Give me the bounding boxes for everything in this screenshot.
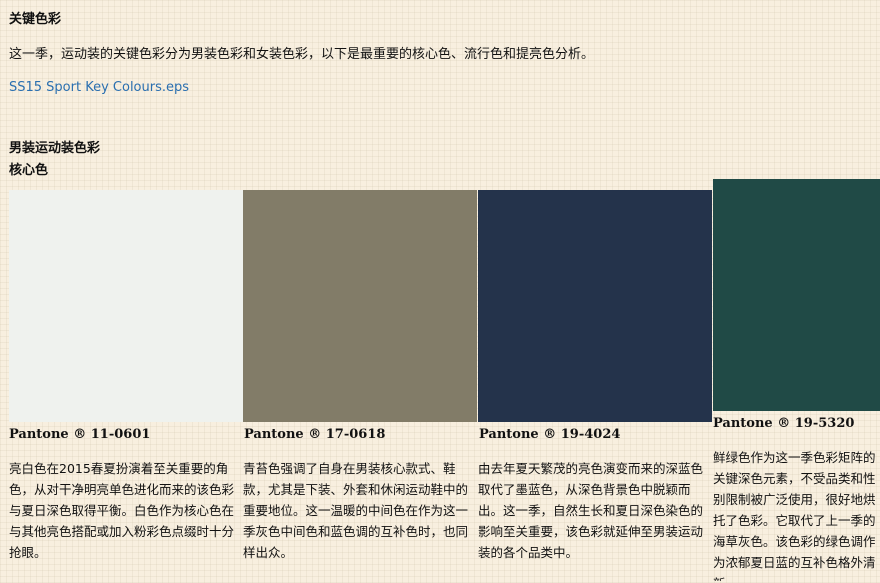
pantone-code-2: Pantone ® 17-0618 [244, 427, 386, 442]
mens-sportswear-heading: 男装运动装色彩 [9, 141, 101, 156]
color-description-3: 由去年夏天繁茂的亮色演变而来的深蓝色取代了墨蓝色，从深色背景色中脱颖而出。这一季… [478, 461, 704, 560]
pantone-code-3: Pantone ® 19-4024 [479, 427, 621, 442]
pantone-code-1: Pantone ® 11-0601 [9, 427, 151, 442]
color-description-2: 青苔色强调了自身在男装核心款式、鞋款，尤其是下装、外套和休闲运动鞋中的重要地位。… [243, 461, 469, 560]
color-swatch-1 [9, 190, 243, 422]
section-title: 关键色彩 [9, 12, 62, 27]
color-swatch-4 [713, 179, 880, 411]
color-swatch-3 [478, 190, 712, 422]
color-swatch-2 [243, 190, 477, 422]
color-description-1: 亮白色在2015春夏扮演着至关重要的角色，从对干净明亮单色进化而来的该色彩与夏日… [9, 461, 235, 560]
core-colours-heading: 核心色 [9, 163, 49, 178]
eps-download-link[interactable]: SS15 Sport Key Colours.eps [9, 80, 189, 95]
color-description-4: 鲜绿色作为这一季色彩矩阵的关键深色元素，不受品类和性别限制被广泛使用，很好地烘托… [713, 450, 876, 581]
intro-text: 这一季，运动装的关键色彩分为男装色彩和女装色彩，以下是最重要的核心色、流行色和提… [9, 47, 595, 62]
pantone-code-4: Pantone ® 19-5320 [713, 416, 855, 431]
